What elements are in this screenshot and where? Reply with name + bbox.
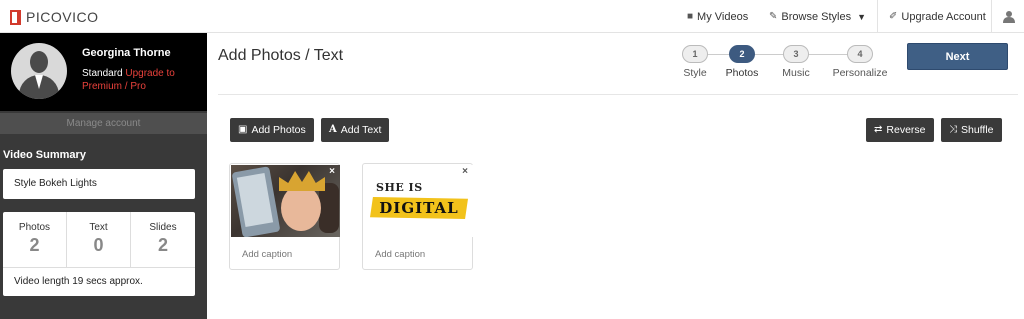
step-label: Photos (725, 67, 759, 79)
step-label: Personalize (832, 67, 888, 79)
sidebar: Georgina Thorne Standard Upgrade to Prem… (0, 33, 207, 319)
slide-card[interactable]: SHE IS DIGITAL × Add caption (362, 163, 473, 270)
next-button[interactable]: Next (907, 43, 1008, 70)
add-photos-button[interactable]: ▣ Add Photos (230, 118, 314, 142)
swap-icon: ⇄ (874, 124, 883, 135)
step-label: Music (782, 67, 810, 79)
stat-slides: Slides 2 (131, 212, 195, 267)
nav-browse-styles-label: Browse Styles (781, 10, 852, 23)
font-icon: A (329, 124, 337, 135)
photo-thumbnail[interactable] (231, 165, 340, 237)
nav-divider (991, 0, 992, 33)
user-menu-button[interactable] (1003, 0, 1015, 33)
add-text-button[interactable]: A Add Text (321, 118, 390, 142)
user-icon (1003, 11, 1015, 23)
step-number: 4 (847, 45, 873, 63)
caption-input[interactable]: Add caption (375, 249, 425, 260)
shuffle-icon: ⤨ (949, 124, 957, 135)
video-stats: Photos 2 Text 0 Slides 2 Video length 19… (3, 212, 195, 296)
stat-label: Photos (18, 222, 51, 233)
image-text-line: SHE IS (376, 181, 423, 194)
chevron-down-icon: ▼ (857, 11, 867, 22)
plan-name: Standard (82, 68, 123, 79)
nav-my-videos-label: My Videos (697, 10, 749, 23)
user-plan: Standard Upgrade to Premium / Pro (82, 67, 197, 93)
shuffle-button[interactable]: ⤨ Shuffle (941, 118, 1002, 142)
step-personalize[interactable]: 4 Personalize (830, 45, 890, 79)
step-music[interactable]: 3 Music (766, 45, 826, 79)
image-text-line: DIGITAL (370, 197, 468, 219)
photo-thumbnail[interactable]: SHE IS DIGITAL (364, 165, 473, 237)
slide-card[interactable]: × Add caption (229, 163, 340, 270)
stat-value: 2 (29, 235, 40, 255)
video-length: Video length 19 secs approx. (14, 276, 143, 287)
brush-icon: ✎ (769, 11, 778, 22)
logo-text: PICOVICO (26, 9, 99, 25)
logo-mark-icon (10, 9, 21, 25)
remove-slide-icon[interactable]: × (329, 166, 335, 177)
nav-divider (877, 0, 878, 33)
shuffle-label: Shuffle (961, 124, 994, 136)
stat-label: Slides (149, 222, 177, 233)
manage-account-button[interactable]: Manage account (0, 113, 207, 134)
avatar[interactable] (11, 43, 67, 99)
page-title: Add Photos / Text (218, 47, 344, 64)
stat-photos: Photos 2 (3, 212, 67, 267)
nav-upgrade-label: Upgrade Account (901, 10, 986, 23)
style-summary: Style Bokeh Lights (3, 169, 195, 199)
video-camera-icon: ■ (687, 11, 694, 22)
add-photos-label: Add Photos (251, 124, 306, 136)
step-photos[interactable]: 2 Photos (712, 45, 772, 79)
reverse-button[interactable]: ⇄ Reverse (866, 118, 934, 142)
top-navbar: PICOVICO ■ My Videos ✎ Browse Styles ▼ ✐… (0, 0, 1024, 33)
caption-input[interactable]: Add caption (242, 249, 292, 260)
stat-value: 0 (93, 235, 104, 255)
stat-label: Text (89, 222, 108, 233)
stat-text: Text 0 (67, 212, 131, 267)
nav-my-videos[interactable]: ■ My Videos (687, 0, 748, 33)
user-name: Georgina Thorne (82, 47, 171, 59)
remove-slide-icon[interactable]: × (462, 166, 468, 177)
nav-upgrade-account[interactable]: ✐ Upgrade Account (889, 0, 986, 33)
app-logo[interactable]: PICOVICO (10, 7, 98, 27)
image-icon: ▣ (238, 124, 248, 135)
video-summary-title: Video Summary (3, 149, 86, 161)
divider (218, 94, 1018, 95)
feather-icon: ✐ (889, 11, 898, 22)
step-number: 2 (729, 45, 755, 63)
add-text-label: Add Text (340, 124, 382, 136)
user-profile: Georgina Thorne Standard Upgrade to Prem… (0, 33, 207, 111)
nav-browse-styles[interactable]: ✎ Browse Styles ▼ (769, 0, 866, 33)
stat-value: 2 (157, 235, 168, 255)
step-number: 1 (682, 45, 708, 63)
reverse-label: Reverse (886, 124, 926, 136)
step-number: 3 (783, 45, 809, 63)
